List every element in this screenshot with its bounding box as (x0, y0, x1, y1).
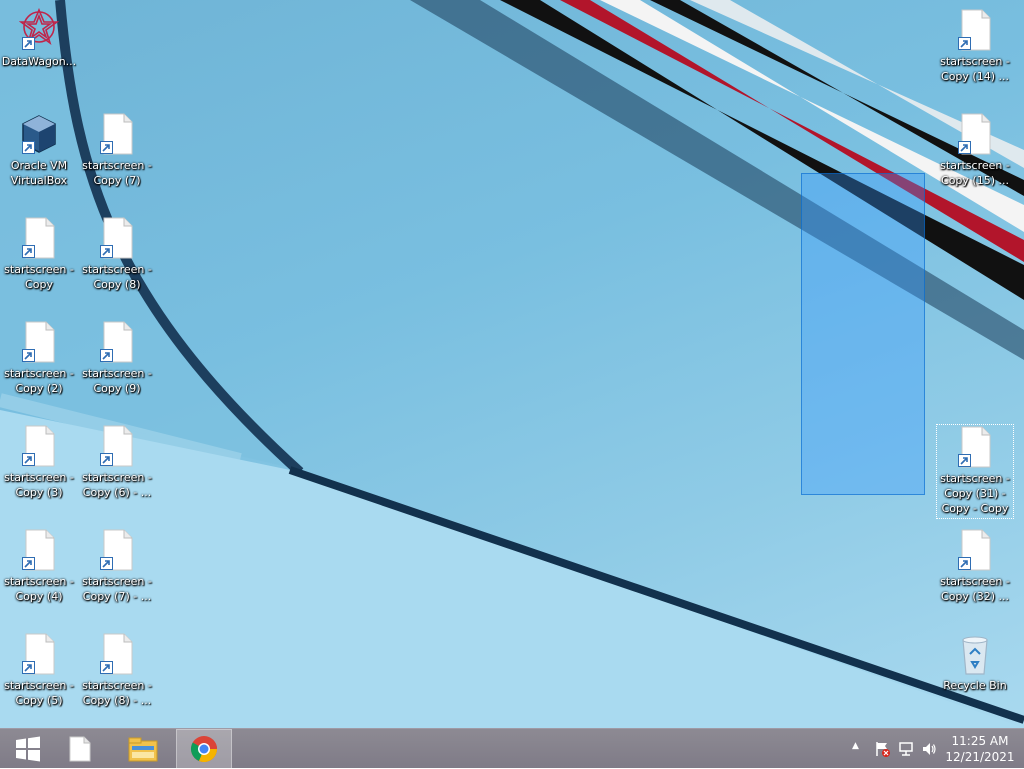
desktop-icon[interactable]: startscreen - Copy (14) ... (936, 8, 1014, 84)
file-shortcut-icon (97, 632, 137, 676)
shortcut-arrow-icon (100, 557, 113, 570)
chrome-icon (190, 736, 218, 762)
shortcut-arrow-icon (22, 245, 35, 258)
desktop-icon[interactable]: startscreen - Copy (15) ... (936, 112, 1014, 188)
file-shortcut-icon (19, 528, 59, 572)
desktop-icon-label: startscreen - Copy (7) (82, 159, 152, 187)
desktop-icon[interactable]: startscreen - Copy (5) (0, 632, 78, 708)
file-shortcut-icon (955, 112, 995, 156)
file-shortcut-icon (19, 216, 59, 260)
shortcut-arrow-icon (22, 349, 35, 362)
desktop-icon[interactable]: startscreen - Copy (9) (78, 320, 156, 396)
shortcut-arrow-icon (100, 245, 113, 258)
file-shortcut-icon (19, 424, 59, 468)
clock-time: 11:25 AM (951, 734, 1009, 748)
desktop-icon[interactable]: startscreen - Copy (8) - ... (78, 632, 156, 708)
desktop-icon-label: startscreen - Copy (15) ... (940, 159, 1010, 187)
action-center-flag-icon[interactable] (874, 741, 890, 757)
desktop[interactable]: DataWagon... Oracle VM VirtualBox startscr… (0, 0, 1024, 728)
file-shortcut-icon (97, 112, 137, 156)
shortcut-arrow-icon (22, 661, 35, 674)
desktop-icon-label: startscreen - Copy (2) (4, 367, 74, 395)
desktop-icon-label: startscreen - Copy (31) - Copy - Copy (940, 472, 1010, 515)
datawagon-shortcut-icon (18, 7, 60, 52)
file-shortcut-icon (19, 320, 59, 364)
desktop-icon-label: startscreen - Copy (8) - ... (82, 679, 152, 707)
desktop-icon-label: startscreen - Copy (8) (82, 263, 152, 291)
show-hidden-icons-button[interactable]: ▲ (852, 741, 859, 751)
file-explorer-icon (128, 737, 158, 762)
desktop-icon[interactable]: Recycle Bin (936, 632, 1014, 693)
shortcut-arrow-icon (22, 453, 35, 466)
file-shortcut-icon (97, 216, 137, 260)
recycle-bin-icon (955, 632, 995, 676)
selection-rectangle (801, 173, 925, 495)
desktop-icon-label: Oracle VM VirtualBox (10, 159, 68, 187)
desktop-icon-label: startscreen - Copy (32) ... (940, 575, 1010, 603)
desktop-icon[interactable]: Oracle VM VirtualBox (0, 112, 78, 188)
file-shortcut-icon (97, 528, 137, 572)
taskbar-file-button[interactable] (52, 729, 108, 769)
file-shortcut-icon (955, 528, 995, 572)
file-icon (69, 736, 91, 762)
start-button[interactable] (0, 729, 56, 769)
file-shortcut-icon (955, 8, 995, 52)
taskbar-clock[interactable]: 11:25 AM 12/21/2021 (940, 733, 1020, 765)
shortcut-arrow-icon (958, 37, 971, 50)
windows-start-icon (16, 736, 40, 762)
desktop-icon-label: startscreen - Copy (9) (82, 367, 152, 395)
volume-icon[interactable] (921, 741, 937, 757)
shortcut-arrow-icon (22, 557, 35, 570)
desktop-icon-label: startscreen - Copy (6) - ... (82, 471, 152, 499)
clock-date: 12/21/2021 (945, 750, 1015, 764)
desktop-icon[interactable]: startscreen - Copy (0, 216, 78, 292)
shortcut-arrow-icon (100, 141, 113, 154)
desktop-icon[interactable]: startscreen - Copy (7) (78, 112, 156, 188)
shortcut-arrow-icon (958, 557, 971, 570)
file-shortcut-icon (19, 632, 59, 676)
network-icon[interactable] (898, 741, 914, 757)
virtualbox-shortcut-icon (19, 112, 59, 156)
desktop-icon[interactable]: startscreen - Copy (31) - Copy - Copy (936, 424, 1014, 519)
desktop-icon[interactable]: startscreen - Copy (7) - ... (78, 528, 156, 604)
shortcut-arrow-icon (958, 454, 971, 467)
desktop-icon-label: startscreen - Copy (14) ... (940, 55, 1010, 83)
taskbar-file-explorer-button[interactable] (115, 729, 171, 769)
shortcut-arrow-icon (22, 141, 35, 154)
desktop-icon[interactable]: DataWagon... (0, 7, 78, 69)
desktop-icon-label: Recycle Bin (943, 679, 1007, 692)
desktop-icon-label: startscreen - Copy (7) - ... (82, 575, 152, 603)
shortcut-arrow-icon (100, 661, 113, 674)
desktop-icon[interactable]: startscreen - Copy (4) (0, 528, 78, 604)
desktop-icon-label: startscreen - Copy (4, 263, 74, 291)
desktop-icon-label: startscreen - Copy (5) (4, 679, 74, 707)
file-shortcut-icon (955, 425, 995, 469)
shortcut-arrow-icon (958, 141, 971, 154)
desktop-icon[interactable]: startscreen - Copy (3) (0, 424, 78, 500)
taskbar: ▲ 11:25 AM 12/21/2021 (0, 728, 1024, 769)
shortcut-arrow-icon (100, 453, 113, 466)
desktop-icon[interactable]: startscreen - Copy (6) - ... (78, 424, 156, 500)
shortcut-arrow-icon (22, 37, 35, 50)
taskbar-chrome-button[interactable] (176, 729, 232, 769)
file-shortcut-icon (97, 424, 137, 468)
desktop-icon[interactable]: startscreen - Copy (32) ... (936, 528, 1014, 604)
desktop-icon-label: startscreen - Copy (3) (4, 471, 74, 499)
desktop-icon-label: DataWagon... (1, 55, 77, 68)
desktop-icon[interactable]: startscreen - Copy (8) (78, 216, 156, 292)
desktop-icon[interactable]: startscreen - Copy (2) (0, 320, 78, 396)
file-shortcut-icon (97, 320, 137, 364)
shortcut-arrow-icon (100, 349, 113, 362)
desktop-icon-label: startscreen - Copy (4) (4, 575, 74, 603)
